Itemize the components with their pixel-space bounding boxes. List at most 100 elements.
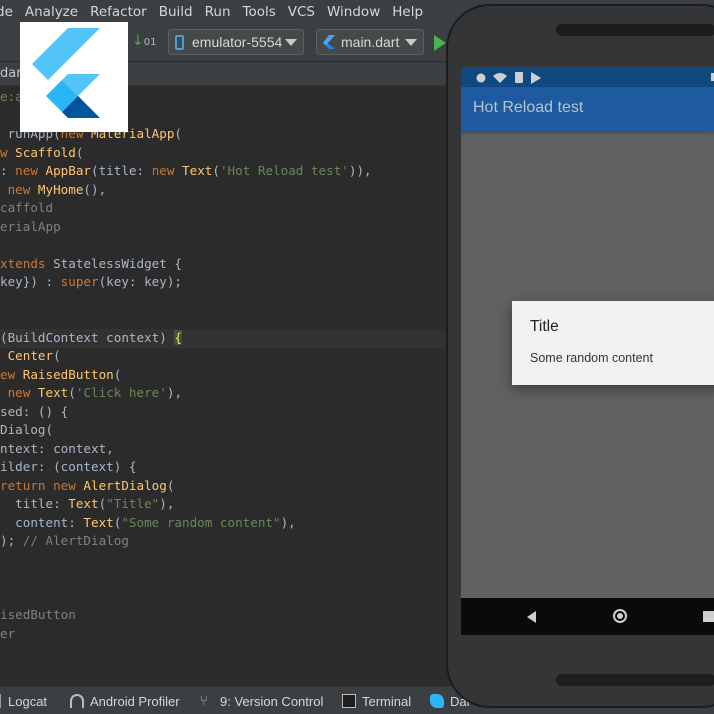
android-profiler-label: Android Profiler xyxy=(90,693,180,709)
code-line[interactable]: Center( xyxy=(0,347,61,366)
code-token: ( xyxy=(53,348,61,363)
navigation-bar xyxy=(461,598,714,635)
code-token: content: xyxy=(0,514,84,530)
code-token: ilder: (context) { xyxy=(0,459,137,474)
code-line[interactable]: erialApp xyxy=(0,218,61,237)
menu-analyze[interactable]: Analyze xyxy=(19,0,84,24)
code-line[interactable]: caffold xyxy=(0,199,53,218)
code-token: // AlertDialog xyxy=(22,533,129,548)
code-token: AppBar xyxy=(45,163,92,178)
code-token: Text xyxy=(83,514,114,530)
android-profiler-tab[interactable]: Android Profiler xyxy=(70,687,180,714)
code-line[interactable]: key}) : super(key: key); xyxy=(0,273,182,292)
code-line[interactable]: w Scaffold( xyxy=(0,144,83,163)
chevron-down-icon xyxy=(405,39,417,46)
notification-icon xyxy=(476,73,486,83)
code-token: ( xyxy=(166,477,175,493)
code-line[interactable]: ); // AlertDialog xyxy=(0,532,129,551)
menu-help[interactable]: Help xyxy=(386,0,429,24)
code-line[interactable]: er xyxy=(0,625,15,644)
code-line[interactable]: title: Text("Title"), xyxy=(0,495,174,514)
code-token: xtends xyxy=(0,255,54,271)
dart-icon xyxy=(430,694,444,708)
code-token: AlertDialog xyxy=(83,477,167,493)
code-token: ew xyxy=(0,366,23,382)
version-control-label: 9: Version Control xyxy=(220,693,324,709)
menu-run[interactable]: Run xyxy=(199,0,237,24)
sort-icon[interactable]: ↓01 xyxy=(132,34,156,50)
code-token: 'Click here' xyxy=(75,385,167,400)
code-token: new xyxy=(151,163,183,178)
code-token: key}) : xyxy=(0,274,61,289)
flutter-file-icon xyxy=(323,35,335,49)
code-token: ( xyxy=(68,385,76,400)
code-token: return xyxy=(0,477,54,493)
code-editor[interactable]: e:al.dart'; runApp(new MaterialApp(w Sca… xyxy=(0,86,460,686)
code-token: : xyxy=(0,163,16,178)
code-token: Text xyxy=(182,163,213,178)
alert-dialog[interactable]: Title Some random content xyxy=(512,301,714,385)
code-line[interactable]: xtends StatelessWidget { xyxy=(0,255,182,274)
code-token: isedButton xyxy=(0,607,76,622)
code-token: )), xyxy=(348,163,372,178)
code-line[interactable]: isedButton xyxy=(0,606,76,625)
code-line[interactable]: (BuildContext context) { xyxy=(0,329,182,348)
app-bar-title: Hot Reload test xyxy=(473,99,584,116)
menu-window[interactable]: Window xyxy=(321,0,386,24)
menu-vcs[interactable]: VCS xyxy=(282,0,321,24)
code-token: RaisedButton xyxy=(22,366,114,382)
device-label: emulator-5554 xyxy=(192,34,283,50)
menu-refactor[interactable]: Refactor xyxy=(84,0,153,24)
code-token: (), xyxy=(83,181,107,197)
dialog-content: Some random content xyxy=(530,351,653,365)
recents-icon[interactable] xyxy=(703,611,714,622)
code-token: "Some random content" xyxy=(121,514,281,530)
code-token: er xyxy=(0,625,16,641)
code-token: new xyxy=(53,477,84,493)
code-line[interactable]: content: Text("Some random content"), xyxy=(0,514,296,533)
logcat-icon xyxy=(0,694,2,708)
flutter-logo xyxy=(20,22,128,132)
version-control-tab[interactable]: ⑂ 9: Version Control xyxy=(200,687,323,714)
code-line[interactable]: Dialog( xyxy=(0,421,53,440)
code-token: ), xyxy=(166,385,183,400)
code-token: ), xyxy=(280,514,296,530)
home-icon[interactable] xyxy=(613,609,627,623)
run-config-selector[interactable]: main.dart xyxy=(316,29,424,55)
code-token: Scaffold xyxy=(15,144,76,160)
code-token: e: xyxy=(0,89,16,104)
device-selector[interactable]: emulator-5554 xyxy=(168,29,304,55)
code-line[interactable]: new Text('Click here'), xyxy=(0,384,182,403)
menu-build[interactable]: Build xyxy=(153,0,199,24)
menu-code[interactable]: de xyxy=(0,0,19,24)
top-speaker xyxy=(556,24,714,36)
run-icon[interactable] xyxy=(434,35,446,51)
code-token: erialApp xyxy=(0,218,61,234)
code-token: ntext: context, xyxy=(0,440,114,456)
code-line[interactable]: ilder: (context) { xyxy=(0,458,136,477)
menu-tools[interactable]: Tools xyxy=(237,0,282,24)
code-line[interactable]: return new AlertDialog( xyxy=(0,477,174,496)
code-token: ( xyxy=(75,144,84,160)
code-line[interactable]: sed: () { xyxy=(0,403,68,422)
sd-card-icon xyxy=(515,72,523,83)
back-icon[interactable] xyxy=(527,611,536,623)
status-bar xyxy=(461,67,714,87)
code-line[interactable]: : new AppBar(title: new Text('Hot Reload… xyxy=(0,162,372,181)
code-line[interactable]: ntext: context, xyxy=(0,440,114,459)
code-token: new xyxy=(0,181,38,197)
emulator-screen[interactable]: Hot Reload test Title Some random conten… xyxy=(461,67,714,635)
play-store-icon xyxy=(531,72,541,84)
code-token: caffold xyxy=(0,200,54,215)
code-token: StatelessWidget { xyxy=(53,255,182,271)
terminal-tab[interactable]: Terminal xyxy=(342,687,411,714)
code-line[interactable]: new MyHome(), xyxy=(0,181,107,200)
code-line[interactable]: ew RaisedButton( xyxy=(0,366,121,385)
version-control-icon: ⑂ xyxy=(200,693,208,708)
logcat-tab[interactable]: Logcat xyxy=(0,687,47,714)
code-token: Text xyxy=(68,496,99,511)
code-token: (title: xyxy=(91,163,152,178)
chevron-down-icon xyxy=(285,39,297,46)
code-token: ); xyxy=(0,533,23,548)
code-token: title: xyxy=(0,496,69,511)
